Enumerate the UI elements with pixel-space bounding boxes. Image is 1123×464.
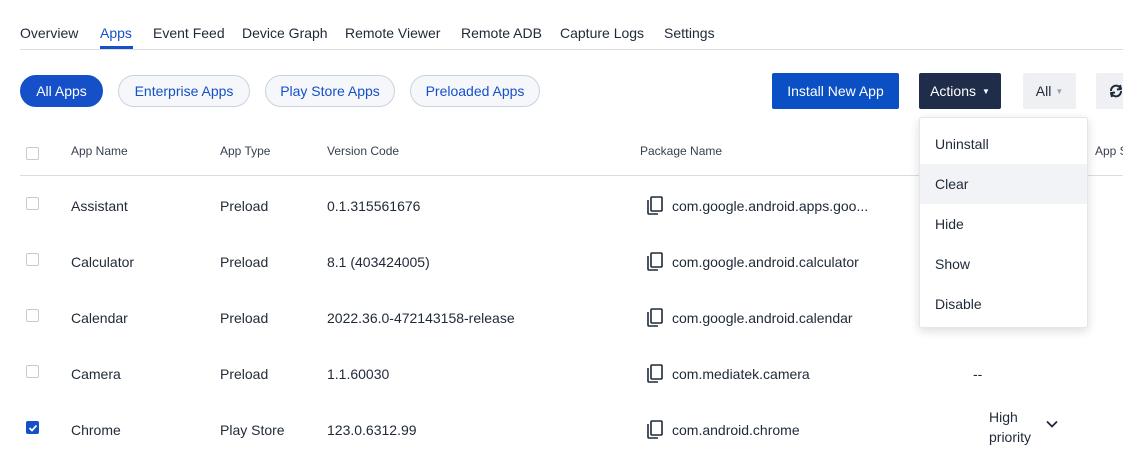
filter-play-store-apps[interactable]: Play Store Apps	[265, 75, 395, 107]
menu-item-clear[interactable]: Clear	[920, 164, 1087, 204]
app-name: Calculator	[71, 254, 135, 270]
table-row[interactable]: Camera Preload 1.1.60030 com.mediatek.ca…	[20, 345, 1123, 401]
copy-icon[interactable]	[646, 364, 664, 384]
app-name: Calendar	[71, 310, 128, 326]
actions-label: Actions	[930, 83, 976, 99]
tab-event-feed[interactable]: Event Feed	[153, 25, 225, 41]
active-tab-indicator	[100, 46, 133, 49]
app-name: Assistant	[71, 198, 128, 214]
tab-capture-logs[interactable]: Capture Logs	[560, 25, 644, 41]
actions-button[interactable]: Actions ▼	[919, 73, 1001, 109]
app-type: Preload	[220, 198, 269, 214]
version-code: 8.1 (403424005)	[327, 254, 430, 270]
tab-remote-viewer[interactable]: Remote Viewer	[345, 25, 440, 41]
package-name: com.android.chrome	[672, 422, 800, 438]
app-name: Camera	[71, 366, 121, 382]
app-type: Preload	[220, 366, 269, 382]
row-checkbox[interactable]	[26, 365, 39, 378]
filter-enterprise-apps[interactable]: Enterprise Apps	[118, 75, 250, 107]
package-name: com.google.android.apps.goo...	[672, 198, 869, 214]
type-filter-value: All	[1035, 83, 1052, 99]
row-checkbox[interactable]	[26, 253, 39, 266]
tab-settings[interactable]: Settings	[664, 25, 715, 41]
menu-item-show[interactable]: Show	[920, 244, 1087, 284]
version-code: 123.0.6312.99	[327, 422, 417, 438]
column-package-name[interactable]: Package Name	[640, 144, 722, 158]
package-name: com.google.android.calendar	[672, 310, 853, 326]
version-code: 1.1.60030	[327, 366, 390, 382]
refresh-icon	[1110, 84, 1122, 98]
app-type: Preload	[220, 310, 269, 326]
version-code: 0.1.315561676	[327, 198, 421, 214]
select-all-checkbox[interactable]	[26, 147, 39, 160]
row-checkbox[interactable]	[26, 309, 39, 322]
app-type: Play Store	[220, 422, 285, 438]
tab-remote-adb[interactable]: Remote ADB	[461, 25, 542, 41]
chevron-down-icon[interactable]	[1045, 417, 1059, 431]
column-app-status[interactable]: App S	[1095, 144, 1123, 158]
menu-item-hide[interactable]: Hide	[920, 204, 1087, 244]
type-filter-select[interactable]: All ▼	[1023, 73, 1076, 109]
package-name: com.mediatek.camera	[672, 366, 810, 382]
caret-down-icon: ▼	[982, 86, 990, 96]
row-checkbox[interactable]	[26, 197, 39, 210]
app-name: Chrome	[71, 422, 121, 438]
column-app-type[interactable]: App Type	[220, 144, 270, 158]
priority-value[interactable]: High priority	[989, 407, 1041, 447]
row-checkbox[interactable]	[26, 421, 39, 434]
app-status: --	[973, 366, 983, 382]
tab-bar: Overview Apps Event Feed Device Graph Re…	[20, 0, 1123, 50]
check-icon	[28, 424, 38, 432]
caret-down-icon: ▼	[1055, 86, 1064, 96]
app-type: Preload	[220, 254, 269, 270]
column-version-code[interactable]: Version Code	[327, 144, 399, 158]
menu-item-uninstall[interactable]: Uninstall	[920, 124, 1087, 164]
version-code: 2022.36.0-472143158-release	[327, 310, 515, 326]
copy-icon[interactable]	[646, 308, 664, 328]
actions-menu: Uninstall Clear Hide Show Disable	[919, 117, 1088, 328]
column-app-name[interactable]: App Name	[71, 144, 128, 158]
copy-icon[interactable]	[646, 252, 664, 272]
tab-apps[interactable]: Apps	[100, 25, 132, 41]
install-new-app-button[interactable]: Install New App	[772, 73, 899, 109]
menu-item-disable[interactable]: Disable	[920, 284, 1087, 324]
tab-device-graph[interactable]: Device Graph	[242, 25, 328, 41]
copy-icon[interactable]	[646, 420, 664, 440]
package-name: com.google.android.calculator	[672, 254, 859, 270]
table-row[interactable]: Chrome Play Store 123.0.6312.99 com.andr…	[20, 401, 1123, 457]
tab-overview[interactable]: Overview	[20, 25, 78, 41]
refresh-button[interactable]	[1096, 73, 1123, 109]
copy-icon[interactable]	[646, 196, 664, 216]
filter-all-apps[interactable]: All Apps	[20, 75, 103, 107]
filter-preloaded-apps[interactable]: Preloaded Apps	[410, 75, 540, 107]
